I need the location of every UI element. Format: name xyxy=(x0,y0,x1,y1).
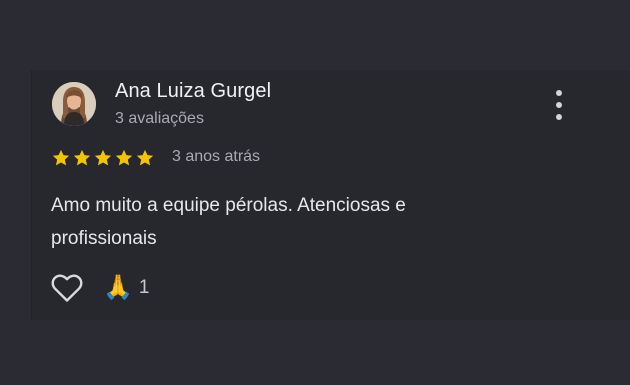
like-button[interactable] xyxy=(50,272,84,304)
author-review-count: 3 avaliações xyxy=(115,110,204,127)
review-card: Ana Luiza Gurgel 3 avaliações 3 anos atr… xyxy=(31,70,630,320)
more-vert-icon-dot-3 xyxy=(556,114,562,120)
star-icon xyxy=(94,149,112,166)
star-icon xyxy=(52,149,70,166)
author-name[interactable]: Ana Luiza Gurgel xyxy=(115,80,271,103)
review-time: 3 anos atrás xyxy=(172,148,261,165)
folded-hands-emoji: 🙏 xyxy=(103,274,133,301)
heart-outline-icon xyxy=(51,274,83,302)
reaction-count: 1 xyxy=(138,277,150,298)
more-options-button[interactable] xyxy=(548,90,570,120)
star-icon xyxy=(115,149,133,166)
avatar[interactable] xyxy=(52,82,96,126)
star-rating xyxy=(51,148,155,168)
avatar-photo xyxy=(52,82,96,126)
more-vert-icon xyxy=(556,90,562,96)
review-screen: Ana Luiza Gurgel 3 avaliações 3 anos atr… xyxy=(0,0,630,385)
reaction-pray[interactable]: 🙏 1 xyxy=(103,273,149,303)
star-icon xyxy=(73,149,91,166)
star-icon xyxy=(136,149,154,166)
more-vert-icon-dot-2 xyxy=(556,102,562,108)
review-text: Amo muito a equipe pérolas. Atenciosas e… xyxy=(51,195,406,249)
